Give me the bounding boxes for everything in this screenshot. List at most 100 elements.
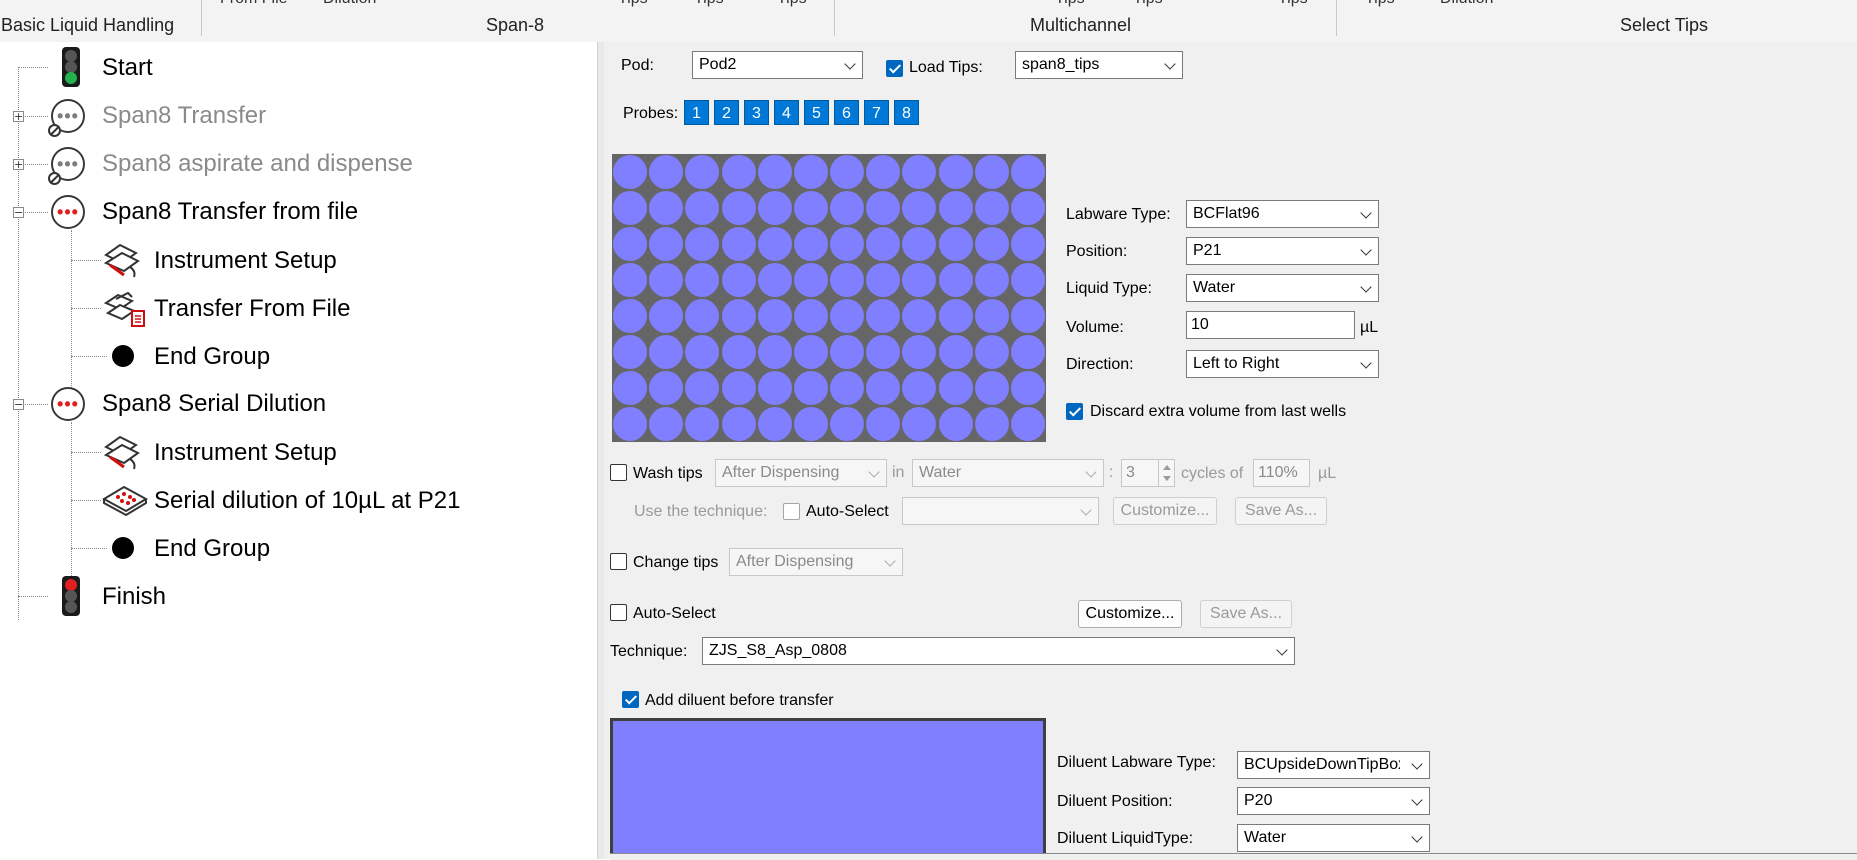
plate-well[interactable] <box>685 371 720 405</box>
probe-4-button[interactable]: 4 <box>774 100 799 125</box>
plate-well[interactable] <box>649 407 684 441</box>
tree-item-span8-aspirate-dispense[interactable]: ••• Span8 aspirate and dispense <box>48 140 568 186</box>
plate-well[interactable] <box>721 371 756 405</box>
tree-item-end-group[interactable]: End Group <box>100 525 560 571</box>
wash-liquid-select[interactable]: Water <box>912 459 1104 487</box>
plate-well[interactable] <box>974 227 1009 261</box>
wash-auto-select-checkbox[interactable] <box>783 503 800 520</box>
ribbon-clipped-label[interactable]: Dilution <box>323 0 376 8</box>
plate-well[interactable] <box>685 227 720 261</box>
volume-input[interactable]: 10 <box>1186 311 1355 339</box>
plate-well[interactable] <box>793 263 828 297</box>
plate-well[interactable] <box>830 299 865 333</box>
diluent-labware-view[interactable] <box>610 718 1046 859</box>
ribbon-clipped-label[interactable]: Tips <box>1278 0 1308 8</box>
plate-well[interactable] <box>721 263 756 297</box>
change-tips-checkbox[interactable] <box>610 553 627 570</box>
probe-3-button[interactable]: 3 <box>744 100 769 125</box>
tree-item-serial-dilution[interactable]: Serial dilution of 10µL at P21 <box>100 477 560 523</box>
ribbon-clipped-label[interactable]: Tips <box>1365 0 1395 8</box>
plate-well[interactable] <box>793 227 828 261</box>
plate-well[interactable] <box>938 335 973 369</box>
plate-well[interactable] <box>793 299 828 333</box>
cycles-spinner[interactable] <box>1158 459 1175 487</box>
plate-well[interactable] <box>721 227 756 261</box>
ribbon-clipped-label[interactable]: Tips <box>777 0 807 8</box>
ribbon-clipped-label[interactable]: Tips <box>1055 0 1085 8</box>
plate-well[interactable] <box>830 371 865 405</box>
plate-well[interactable] <box>974 263 1009 297</box>
plate-well[interactable] <box>1010 299 1045 333</box>
plate-well[interactable] <box>1010 191 1045 225</box>
probe-2-button[interactable]: 2 <box>714 100 739 125</box>
plate-well[interactable] <box>866 155 901 189</box>
plate-well[interactable] <box>721 191 756 225</box>
plate-well[interactable] <box>649 155 684 189</box>
plate-well[interactable] <box>866 407 901 441</box>
plate-well[interactable] <box>866 335 901 369</box>
tree-item-instrument-setup[interactable]: Instrument Setup <box>100 429 560 475</box>
discard-extra-volume-checkbox[interactable] <box>1066 403 1083 420</box>
plate-well[interactable] <box>649 371 684 405</box>
expand-icon[interactable]: + <box>13 159 24 170</box>
plate-well[interactable] <box>613 299 648 333</box>
plate-well[interactable] <box>757 371 792 405</box>
plate-well[interactable] <box>938 407 973 441</box>
plate-well[interactable] <box>685 191 720 225</box>
plate-well[interactable] <box>974 371 1009 405</box>
plate-well[interactable] <box>866 191 901 225</box>
plate-well[interactable] <box>1010 335 1045 369</box>
plate-well[interactable] <box>649 263 684 297</box>
plate-well[interactable] <box>757 407 792 441</box>
plate-well[interactable] <box>902 299 937 333</box>
technique-customize-button[interactable]: Customize... <box>1078 600 1182 628</box>
plate-well[interactable] <box>974 407 1009 441</box>
plate-well[interactable] <box>757 155 792 189</box>
plate-well[interactable] <box>1010 263 1045 297</box>
tree-item-start[interactable]: Start <box>0 44 560 90</box>
tree-item-span8-serial-dilution[interactable]: ••• Span8 Serial Dilution <box>48 380 568 426</box>
tree-item-end-group[interactable]: End Group <box>100 333 560 379</box>
load-tips-checkbox[interactable] <box>886 60 903 77</box>
plate-well[interactable] <box>793 407 828 441</box>
add-diluent-checkbox[interactable] <box>622 691 639 708</box>
technique-select[interactable]: ZJS_S8_Asp_0808 <box>702 637 1295 665</box>
probe-5-button[interactable]: 5 <box>804 100 829 125</box>
plate-well[interactable] <box>613 155 648 189</box>
plate-well[interactable] <box>866 263 901 297</box>
tree-item-span8-transfer-from-file[interactable]: ••• Span8 Transfer from file <box>48 188 568 234</box>
plate-well[interactable] <box>613 191 648 225</box>
plate-well[interactable] <box>685 299 720 333</box>
ribbon-clipped-label[interactable]: From File <box>220 0 288 8</box>
wash-when-select[interactable]: After Dispensing <box>715 459 887 487</box>
wash-save-as-button[interactable]: Save As... <box>1235 497 1327 525</box>
ribbon-clipped-label[interactable]: Dilution <box>1440 0 1493 8</box>
labware-type-select[interactable]: BCFlat96 <box>1186 200 1379 228</box>
plate-well[interactable] <box>721 299 756 333</box>
collapse-icon[interactable]: − <box>13 207 24 218</box>
plate-well[interactable] <box>974 191 1009 225</box>
labware-plate-view[interactable] <box>612 154 1046 442</box>
plate-well[interactable] <box>757 335 792 369</box>
ribbon-clipped-label[interactable]: Tips <box>618 0 648 8</box>
plate-well[interactable] <box>613 407 648 441</box>
plate-well[interactable] <box>830 263 865 297</box>
technique-save-as-button[interactable]: Save As... <box>1200 600 1292 628</box>
plate-well[interactable] <box>685 263 720 297</box>
plate-well[interactable] <box>830 335 865 369</box>
plate-well[interactable] <box>938 263 973 297</box>
plate-well[interactable] <box>902 371 937 405</box>
probe-1-button[interactable]: 1 <box>684 100 709 125</box>
tree-item-finish[interactable]: Finish <box>0 573 560 619</box>
plate-well[interactable] <box>902 335 937 369</box>
plate-well[interactable] <box>685 407 720 441</box>
tree-item-transfer-from-file[interactable]: Transfer From File <box>100 285 560 331</box>
plate-well[interactable] <box>613 335 648 369</box>
plate-well[interactable] <box>866 299 901 333</box>
probe-8-button[interactable]: 8 <box>894 100 919 125</box>
ribbon-clipped-label[interactable]: Tips <box>694 0 724 8</box>
diluent-position-select[interactable]: P20 <box>1237 787 1430 815</box>
plate-well[interactable] <box>757 191 792 225</box>
plate-well[interactable] <box>649 335 684 369</box>
plate-well[interactable] <box>721 335 756 369</box>
